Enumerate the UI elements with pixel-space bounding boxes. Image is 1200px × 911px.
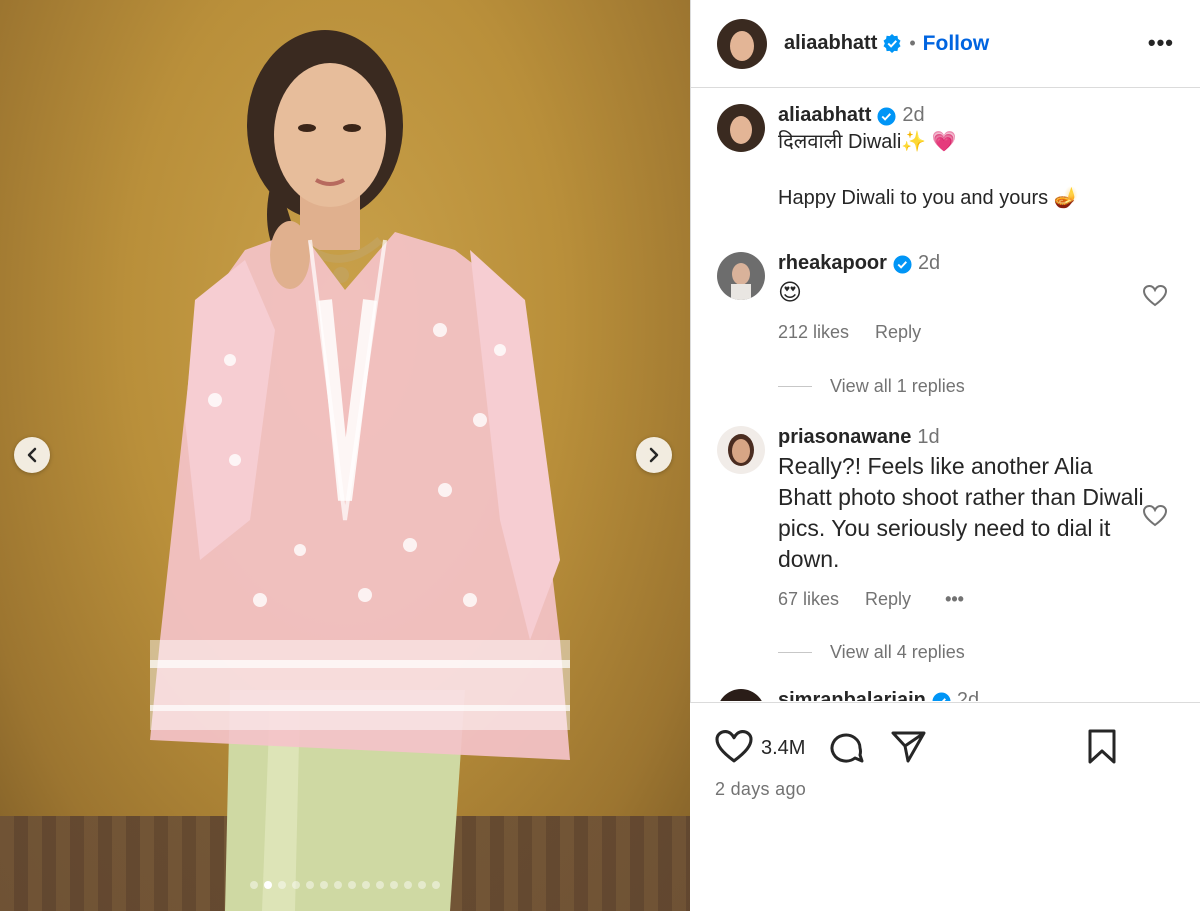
carousel-dot — [348, 881, 356, 889]
next-image-button[interactable] — [636, 437, 672, 473]
caption-line: Happy Diwali to you and yours 🪔 — [778, 187, 1079, 209]
more-options-button[interactable]: ••• — [1148, 30, 1174, 56]
comment-time: 1d — [917, 426, 940, 448]
carousel-dot — [390, 881, 398, 889]
separator-dot: • — [909, 33, 916, 53]
comment: simranbalarjain 2d — [717, 689, 1187, 701]
carousel-dot — [334, 881, 342, 889]
post-photo — [150, 30, 570, 911]
carousel-dot — [320, 881, 328, 889]
verified-icon — [932, 692, 951, 701]
carousel-dot — [292, 881, 300, 889]
verified-icon — [893, 255, 912, 274]
comment-time: 2d — [956, 689, 980, 701]
verified-icon — [883, 34, 901, 53]
view-replies-button[interactable]: View all 4 replies — [752, 642, 965, 663]
comment-username[interactable]: priasonawane — [778, 426, 911, 448]
comments-list: aliaabhatt 2d दिलवाली Diwali✨ 💗 Happy Diw… — [691, 89, 1200, 701]
caption-line: दिलवाली Diwali✨ 💗 — [778, 131, 957, 153]
bookmark-icon[interactable] — [1087, 729, 1117, 765]
view-replies-label: View all 1 replies — [830, 376, 965, 396]
divider — [778, 652, 812, 653]
comment-text: 😍 — [778, 279, 802, 305]
previous-image-button[interactable] — [14, 437, 50, 473]
carousel-dot — [278, 881, 286, 889]
chevron-left-icon — [27, 447, 37, 463]
follow-button[interactable]: Follow — [923, 32, 990, 56]
carousel-dot — [404, 881, 412, 889]
carousel-indicator — [0, 881, 690, 889]
carousel-dot — [264, 881, 272, 889]
comment-more-button[interactable]: ••• — [945, 589, 964, 610]
author-avatar[interactable] — [717, 18, 767, 69]
commenter-avatar[interactable] — [717, 252, 765, 300]
post-header: aliaabhatt • Follow ••• — [691, 0, 1200, 88]
share-icon[interactable] — [891, 730, 927, 764]
view-replies-button[interactable]: View all 1 replies — [752, 376, 965, 397]
carousel-dot — [306, 881, 314, 889]
heart-icon[interactable] — [715, 730, 753, 764]
commenter-avatar[interactable] — [717, 426, 765, 474]
commenter-avatar[interactable] — [717, 689, 765, 701]
chevron-right-icon — [649, 447, 659, 463]
caption-username[interactable]: aliaabhatt — [778, 104, 871, 126]
carousel-dot — [250, 881, 258, 889]
comment: rheakapoor 2d 😍 212 likes Reply — [717, 252, 1187, 382]
heart-icon[interactable] — [1143, 285, 1167, 307]
likes-count[interactable]: 3.4M — [761, 737, 805, 760]
reply-button[interactable]: Reply — [865, 589, 911, 610]
carousel-dot — [362, 881, 370, 889]
comment-icon[interactable] — [829, 730, 865, 766]
comment-time: 2d — [917, 252, 941, 274]
author-avatar[interactable] — [717, 104, 765, 152]
comment-text: Really?! Feels like another Alia Bhatt p… — [778, 453, 1144, 572]
comment: priasonawane 1d Really?! Feels like anoth… — [717, 426, 1187, 616]
post-media — [0, 0, 690, 911]
caption-time: 2d — [902, 104, 925, 126]
heart-icon[interactable] — [1143, 505, 1167, 527]
comment-likes[interactable]: 67 likes — [778, 589, 839, 610]
comment-username[interactable]: rheakapoor — [778, 252, 887, 274]
view-replies-label: View all 4 replies — [830, 642, 965, 662]
post-actions: 3.4M 2 days ago — [690, 702, 1200, 911]
comment-likes[interactable]: 212 likes — [778, 322, 849, 343]
post-timestamp: 2 days ago — [715, 779, 807, 799]
carousel-dot — [432, 881, 440, 889]
carousel-dot — [418, 881, 426, 889]
carousel-dot — [376, 881, 384, 889]
verified-icon — [877, 107, 896, 126]
divider — [778, 386, 812, 387]
reply-button[interactable]: Reply — [875, 322, 921, 343]
comment-username[interactable]: simranbalarjain — [778, 689, 926, 701]
author-username[interactable]: aliaabhatt — [784, 32, 877, 55]
